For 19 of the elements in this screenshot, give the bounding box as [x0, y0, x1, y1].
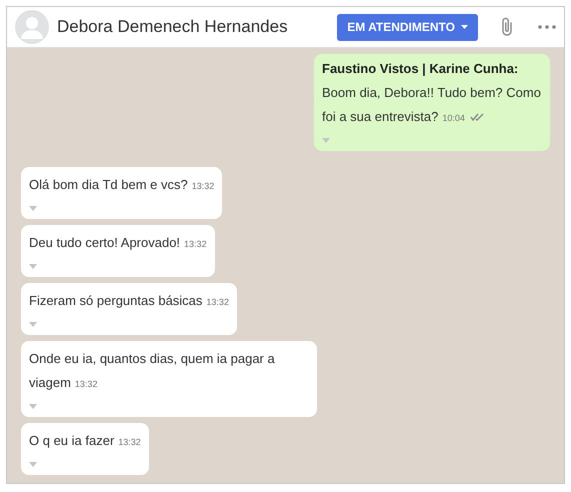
message-text: Deu tudo certo! Aprovado! 13:32	[29, 235, 207, 250]
message-text: Olá bom dia Td bem e vcs? 13:32	[29, 177, 214, 192]
chevron-down-icon[interactable]	[29, 462, 37, 467]
message-text: O q eu ia fazer 13:32	[29, 433, 141, 448]
sender-name: Faustino Vistos | Karine Cunha:	[322, 60, 520, 78]
chevron-down-icon[interactable]	[29, 206, 37, 211]
message-text: Boom dia, Debora!! Tudo bem? Como foi a sua entrevista? 10:04	[322, 85, 541, 124]
status-dropdown-button[interactable]: EM ATENDIMENTO	[337, 14, 478, 40]
more-options-icon[interactable]	[538, 25, 556, 29]
caret-icon	[461, 25, 468, 29]
avatar-icon	[15, 10, 49, 44]
chevron-down-icon[interactable]	[29, 322, 37, 327]
message-text: Onde eu ia, quantos dias, quem ia pagar a viagem 13:32	[29, 351, 275, 390]
message-text: Fizeram só perguntas básicas 13:32	[29, 293, 229, 308]
chevron-down-icon[interactable]	[29, 264, 37, 269]
attachment-icon[interactable]	[500, 17, 514, 37]
chevron-down-icon[interactable]	[322, 138, 330, 143]
contact-name: Debora Demenech Hernandes	[57, 17, 289, 37]
chevron-down-icon[interactable]	[29, 404, 37, 409]
